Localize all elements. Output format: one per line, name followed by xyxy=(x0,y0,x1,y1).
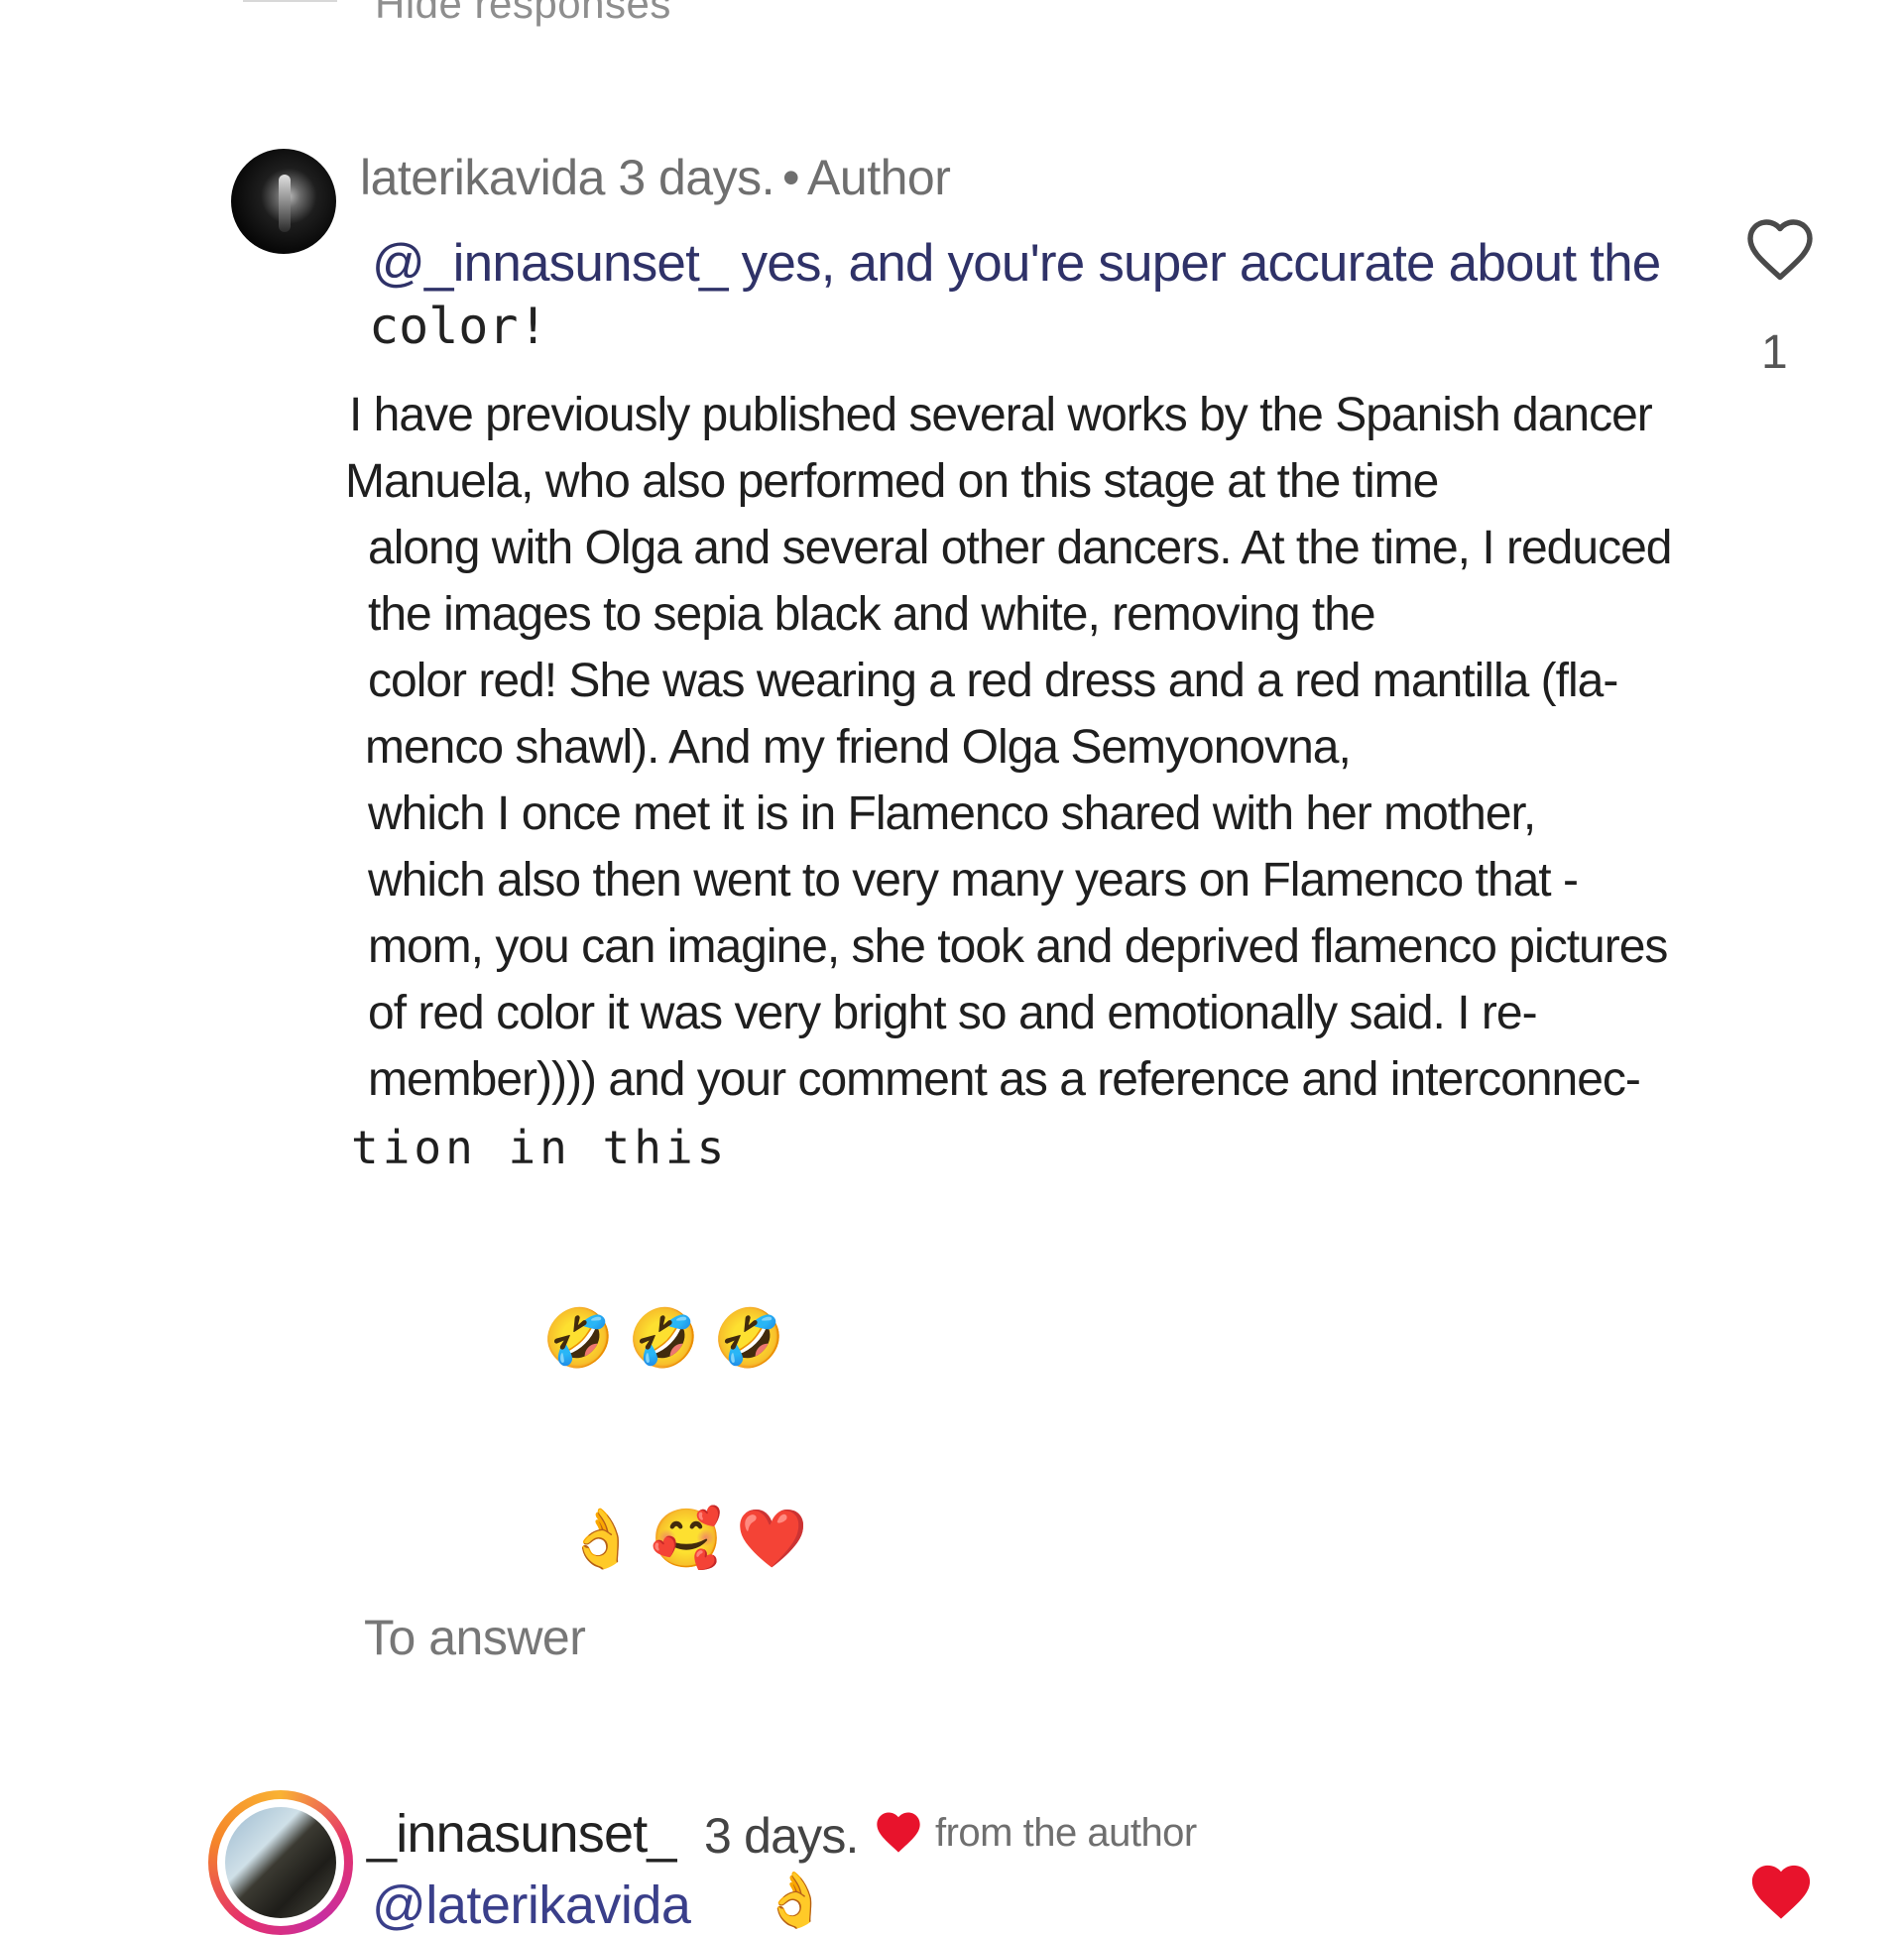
liked-by-author-label: from the author xyxy=(935,1811,1197,1855)
reply-mention-line: @_innasunset_ yes, and you're super accu… xyxy=(372,234,1661,293)
comment-line: color red! She was wearing a red dress a… xyxy=(368,655,1618,707)
hide-responses-button[interactable]: Hide responses xyxy=(375,0,671,28)
comment-line: which also then went to very many years … xyxy=(368,854,1579,907)
separator: • xyxy=(782,150,800,205)
heart-filled-icon[interactable] xyxy=(1745,1860,1817,1923)
heart-outline-icon[interactable] xyxy=(1743,216,1817,282)
avatar[interactable] xyxy=(231,149,336,254)
thread-divider-line xyxy=(243,0,337,2)
comment-meta: laterikavida 3 days. • Author xyxy=(360,149,951,206)
comment-line: I have previously published several work… xyxy=(349,389,1653,441)
reply-mention-line: @laterikavida xyxy=(372,1876,691,1935)
username[interactable]: _innasunset_ xyxy=(367,1803,676,1865)
comment-line: the images to sepia black and white, rem… xyxy=(368,588,1376,641)
reply-button[interactable]: To answer xyxy=(364,1609,586,1666)
comment-line: Manuela, who also performed on this stag… xyxy=(345,455,1439,508)
comment-line: menco shawl). And my friend Olga Semyono… xyxy=(365,721,1352,774)
timestamp: 3 days. xyxy=(704,1808,859,1864)
comment-line: which I once met it is in Flamenco share… xyxy=(368,787,1536,840)
like-count: 1 xyxy=(1761,326,1788,379)
author-badge: Author xyxy=(807,150,951,205)
ok-hand-emoji: 👌 xyxy=(762,1871,829,1930)
avatar[interactable] xyxy=(225,1807,336,1918)
comment-line: tion in this xyxy=(351,1121,729,1174)
avatar-story-ring[interactable] xyxy=(208,1790,353,1935)
ok-hearts-emoji-row: 👌🥰❤️ xyxy=(565,1507,822,1571)
comment-body: I have previously published several work… xyxy=(345,382,1672,1181)
comment-line: along with Olga and several other dancer… xyxy=(368,522,1672,574)
reply-mention-tail: color! xyxy=(369,298,548,355)
username[interactable]: laterikavida xyxy=(360,150,605,205)
timestamp: 3 days. xyxy=(618,150,775,205)
comment-line: of red color it was very bright so and e… xyxy=(368,987,1538,1039)
rolling-laughing-emoji-row: 🤣🤣🤣 xyxy=(542,1306,799,1371)
comment-line: member)))) and your comment as a referen… xyxy=(368,1053,1641,1106)
comment-line: mom, you can imagine, she took and depri… xyxy=(368,920,1668,973)
author-liked-heart-icon xyxy=(877,1812,920,1853)
